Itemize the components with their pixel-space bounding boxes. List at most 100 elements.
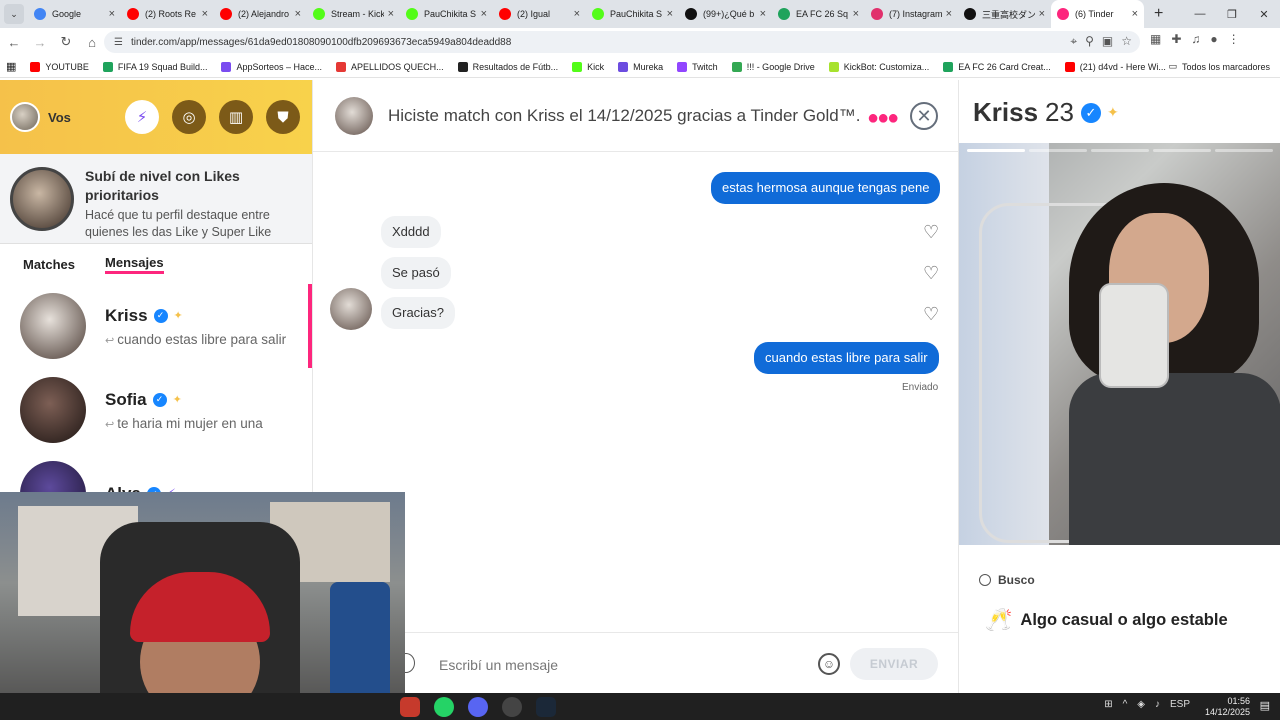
restore-icon[interactable]: ❐ [1216,0,1248,28]
browser-tab[interactable]: (99+)¿Qué b × [679,0,772,28]
browser-tab[interactable]: PauChikita S × [586,0,679,28]
new-tab-button[interactable]: + [1154,5,1163,23]
message-in[interactable]: Se pasó [381,257,451,289]
safety-button[interactable]: ⛊ [266,100,300,134]
home-icon[interactable]: ⌂ [80,30,104,54]
promo-card[interactable]: Subí de nivel con Likes prioritarios Hac… [0,154,312,244]
bookmark-star-icon[interactable]: ☆ [1121,34,1132,49]
user-name[interactable]: Vos [48,110,71,125]
like-message-icon[interactable]: ♡ [923,222,939,243]
browser-tab[interactable]: (7) Instagram × [865,0,958,28]
tab-close-icon[interactable]: × [388,8,394,20]
tab-close-icon[interactable]: × [1039,8,1045,20]
message-in[interactable]: Xdddd [381,216,441,248]
browser-tab[interactable]: Google × [28,0,121,28]
url-field[interactable]: ☰ tinder.com/app/messages/61da9ed0180809… [104,31,1140,53]
tab-search-dropdown[interactable]: ⌄ [4,4,24,24]
language-indicator[interactable]: ESP [1170,699,1190,710]
tab-messages[interactable]: Mensajes [105,255,164,274]
bookmark-item[interactable]: KickBot: Customiza... [828,61,929,72]
tab-close-icon[interactable]: × [667,8,673,20]
obs-icon[interactable] [502,697,522,717]
tab-close-icon[interactable]: × [109,8,115,20]
all-bookmarks[interactable]: ▭ Todos los marcadores [1168,61,1270,72]
whatsapp-icon[interactable] [434,697,454,717]
close-window-icon[interactable]: ✕ [1248,0,1280,28]
zoom-icon[interactable]: ⚲ [1085,34,1094,49]
tab-close-icon[interactable]: × [202,8,208,20]
bookmark-item[interactable]: YOUTUBE [30,61,89,72]
tab-matches[interactable]: Matches [23,257,75,272]
conversation-item-kriss[interactable]: Kriss ✓ ✦ ↩ cuando estas libre para salir [0,284,312,368]
location-icon[interactable]: ⌖ [1070,34,1077,49]
browser-tab[interactable]: (2) Igual × [493,0,586,28]
forward-icon[interactable]: → [28,30,52,54]
browser-tab[interactable]: 三重高校ダン × [958,0,1051,28]
tab-close-icon[interactable]: × [481,8,487,20]
emoji-icon[interactable]: ☺ [818,653,840,675]
message-out[interactable]: cuando estas libre para salir [754,342,939,374]
photo-indicator[interactable] [1153,149,1211,152]
browser-tab[interactable]: EA FC 26 Sq × [772,0,865,28]
back-icon[interactable]: ← [2,30,26,54]
site-info-icon[interactable]: ☰ [114,37,123,48]
bookmark-item[interactable]: (21) d4vd - Here Wi... [1064,61,1166,72]
conversation-item-sofia[interactable]: Sofia ✓ ✦ ↩ te haria mi mujer en una [0,368,312,452]
volume-icon[interactable]: ♪ [1155,699,1160,710]
bookmark-item[interactable]: APELLIDOS QUECH... [336,61,444,72]
message-out[interactable]: estas hermosa aunque tengas pene [711,172,941,204]
bookmark-item[interactable]: !!! - Google Drive [731,61,815,72]
menu-kebab-icon[interactable]: ⋮ [1228,32,1240,46]
more-options-icon[interactable]: ●●● [867,107,899,130]
chevron-up-icon[interactable]: ^ [1123,699,1128,710]
profile-avatar-icon[interactable]: ● [1210,32,1217,46]
message-input[interactable]: Escribí un mensaje [439,657,558,673]
browser-tab[interactable]: Stream - Kick × [307,0,400,28]
discord-icon[interactable] [468,697,488,717]
bookmark-item[interactable]: Kick [572,61,604,72]
bookmark-item[interactable]: FIFA 19 Squad Build... [102,61,207,72]
extension-icon[interactable]: ▦ [1150,32,1161,46]
avatar[interactable] [10,102,40,132]
boost-button[interactable]: ⚡ [125,100,159,134]
close-chat-button[interactable]: ✕ [910,102,938,130]
match-avatar[interactable] [330,288,372,330]
tab-close-icon[interactable]: × [574,8,580,20]
tray-icon[interactable]: ⊞ [1104,699,1112,710]
notification-icon[interactable]: ▤ [1260,699,1270,712]
avatar[interactable] [335,96,373,135]
message-in[interactable]: Gracias? [381,297,456,329]
photo-indicator[interactable] [1091,149,1149,152]
browser-tab[interactable]: (6) Tinder × [1051,0,1144,28]
extensions-puzzle-icon[interactable]: ✚ [1171,32,1181,46]
media-icon[interactable]: ♫ [1191,32,1200,46]
send-button[interactable]: ENVIAR [850,648,938,680]
bookmark-item[interactable]: EA FC 26 Card Creat... [943,61,1051,72]
reload-icon[interactable]: ↻ [54,30,78,54]
install-icon[interactable]: ▣ [1102,34,1113,49]
bookmark-item[interactable]: AppSorteos – Hace... [221,61,322,72]
photo-indicator[interactable] [1215,149,1273,152]
clock[interactable]: 01:56 14/12/2025 [1205,696,1250,718]
taskbar-app-icon[interactable] [400,697,420,717]
profile-photo[interactable] [959,143,1280,545]
steam-icon[interactable] [536,697,556,717]
tab-close-icon[interactable]: × [1132,8,1138,20]
apps-grid-icon[interactable]: ▦ [6,60,16,73]
network-icon[interactable]: ◈ [1137,699,1145,710]
photo-indicator[interactable] [1029,149,1087,152]
explore-button[interactable]: ◎ [172,100,206,134]
tab-close-icon[interactable]: × [853,8,859,20]
like-message-icon[interactable]: ♡ [923,304,939,325]
tab-close-icon[interactable]: × [760,8,766,20]
tab-close-icon[interactable]: × [946,8,952,20]
portfolio-button[interactable]: ▥ [219,100,253,134]
bookmark-item[interactable]: Twitch [677,61,718,72]
tab-close-icon[interactable]: × [295,8,301,20]
browser-tab[interactable]: PauChikita S × [400,0,493,28]
browser-tab[interactable]: (2) Alejandro × [214,0,307,28]
browser-tab[interactable]: (2) Roots Re × [121,0,214,28]
bookmark-item[interactable]: Mureka [618,61,663,72]
photo-indicator-active[interactable] [967,149,1025,152]
bookmark-item[interactable]: Resultados de Fútb... [457,61,558,72]
